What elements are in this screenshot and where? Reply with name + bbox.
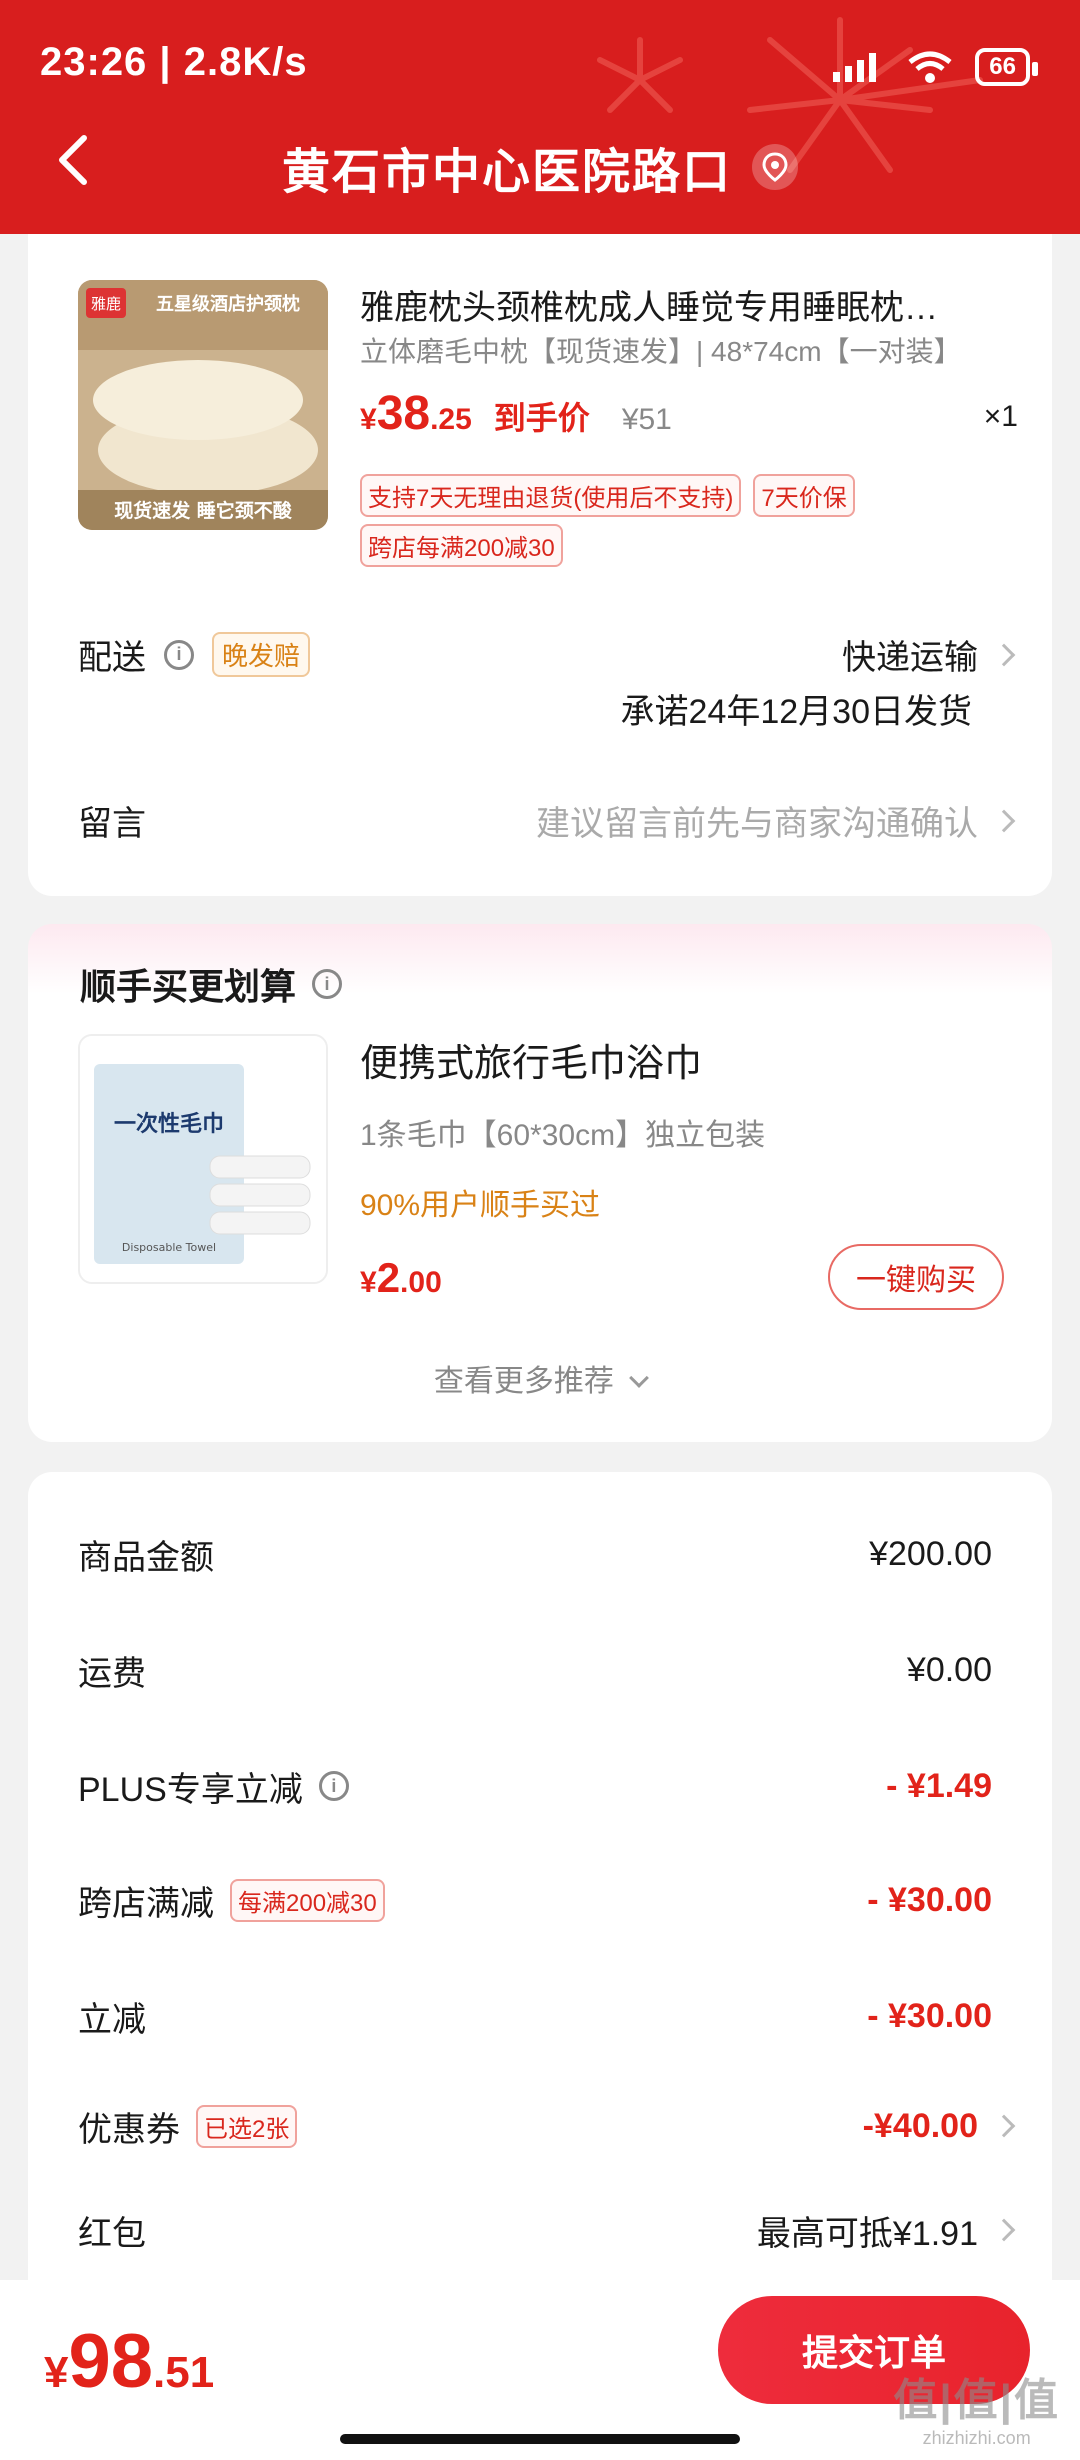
goods-amount-row: 商品金额 ¥200.00 [78,1524,992,1584]
service-tags: 支持7天无理由退货(使用后不支持) 7天价保 [360,474,855,517]
status-icons: 66 [831,48,1038,86]
shipping-row: 运费 ¥0.00 [78,1640,992,1700]
one-click-buy-button[interactable]: 一键购买 [828,1244,1004,1310]
page-title: 黄石市中心医院路口 [281,146,732,199]
addon-currency: ¥ [360,1266,377,1299]
watermark-logo: 值|值|值 [893,2376,1060,2425]
bottom-bar: ¥98.51 提交订单 值|值|值 zhizhizhi.com [0,2280,1080,2460]
svg-text:雅鹿: 雅鹿 [91,295,121,313]
info-icon[interactable]: i [164,639,194,670]
chevron-down-icon [629,1368,650,1388]
total-integer: 98 [68,2319,154,2404]
addon-popularity: 90%用户顺手买过 [360,1189,601,1222]
price-decimal: .25 [430,403,472,436]
goods-amount-value: ¥200.00 [869,1534,992,1573]
info-icon[interactable]: i [312,969,343,999]
title-wrap[interactable]: 黄石市中心医院路口 [0,132,1080,202]
plus-discount-value: - ¥1.49 [886,1766,992,1805]
watermark-url: zhizhizhi.com [922,2428,1031,2448]
wifi-icon [908,51,952,83]
see-more-text: 查看更多推荐 [433,1365,614,1398]
plus-discount-row: PLUS专享立减 i - ¥1.49 [78,1756,992,1816]
addon-price-decimal: .00 [400,1266,442,1299]
product-card: 雅鹿 五星级酒店护颈枕 现货速发 睡它颈不酸 雅鹿枕头颈椎枕成人睡觉专用睡眠枕…… [28,234,1052,896]
towel-image: 一次性毛巾 Disposable Towel [80,1036,326,1282]
chevron-right-icon [992,643,1016,666]
delivery-label: 配送 [78,639,146,677]
product-spec[interactable]: 立体磨毛中枕【现货速发】| 48*74cm【一对装】 [360,330,962,370]
total-decimal: .51 [153,2348,215,2397]
cross-store-promo-tag: 跨店每满200减30 [360,524,563,567]
message-label: 留言 [78,805,146,843]
cross-store-tag: 每满200减30 [230,1878,385,1922]
price-integer: 38 [376,387,431,440]
coupon-row[interactable]: 优惠券 已选2张 -¥40.00 [78,2096,1016,2156]
svg-text:五星级酒店护颈枕: 五星级酒店护颈枕 [156,293,300,315]
coupon-label: 优惠券 [78,2110,180,2149]
battery-icon: 66 [975,48,1038,86]
chevron-right-icon [992,2218,1016,2242]
product-name[interactable]: 雅鹿枕头颈椎枕成人睡觉专用睡眠枕… [360,280,1010,329]
delivery-row-label: 配送 i 晚发赔 [78,630,311,679]
red-packet-value: 最高可抵¥1.91 [756,2214,978,2253]
addon-name[interactable]: 便携式旅行毛巾浴巾 [360,1032,702,1087]
delivery-method-text: 快递运输 [842,639,978,677]
addon-spec: 1条毛巾【60*30cm】独立包装 [360,1119,766,1152]
message-input[interactable]: 建议留言前先与商家沟通确认 [536,796,1016,845]
header: 23:26 | 2.8K/s 66 黄石市中心医院路口 [0,0,1080,234]
price-protect-tag: 7天价保 [753,474,855,517]
pillow-image: 雅鹿 五星级酒店护颈枕 现货速发 睡它颈不酸 [78,280,328,530]
shipping-value: ¥0.00 [906,1650,992,1689]
late-delivery-tag: 晚发赔 [212,632,311,677]
addon-card: 顺手买更划算 i 一次性毛巾 Disposable Towel 便携式旅行毛巾浴… [28,924,1052,1442]
addon-price-integer: 2 [376,1254,401,1301]
instant-discount-value: - ¥30.00 [867,1996,992,2035]
return-policy-tag: 支持7天无理由退货(使用后不支持) [360,474,742,517]
cross-store-value: - ¥30.00 [867,1880,992,1919]
instant-discount-label: 立减 [78,2000,146,2039]
price-summary-card: 商品金额 ¥200.00 运费 ¥0.00 PLUS专享立减 i - ¥1.49 … [28,1472,1052,2292]
red-packet-label: 红包 [78,2214,146,2253]
signal-icon [833,53,877,82]
coupon-value: -¥40.00 [862,2106,978,2145]
delivery-method[interactable]: 快递运输 [842,630,1016,679]
original-price: ¥51 [621,403,672,436]
cross-store-label: 跨店满减 [78,1884,214,1923]
chevron-right-icon [992,809,1016,832]
coupon-selected-tag: 已选2张 [196,2104,298,2148]
instant-discount-row: 立减 - ¥30.00 [78,1986,992,2046]
info-icon[interactable]: i [318,1771,349,1801]
shipping-label: 运费 [78,1654,146,1693]
red-packet-row[interactable]: 红包 最高可抵¥1.91 [78,2200,1016,2260]
addon-thumbnail[interactable]: 一次性毛巾 Disposable Towel [78,1034,328,1284]
svg-text:一次性毛巾: 一次性毛巾 [114,1111,224,1137]
location-pin-icon[interactable] [752,144,798,190]
addon-title-text: 顺手买更划算 [80,966,297,1007]
product-price-row: ¥38.25 到手价 ¥51 [360,386,672,441]
plus-discount-label: PLUS专享立减 [78,1770,303,1809]
delivery-promise: 承诺24年12月30日发货 [620,693,972,731]
total-currency: ¥ [44,2348,69,2397]
addon-section-title: 顺手买更划算 i [80,958,343,1010]
see-more-recommend[interactable]: 查看更多推荐 [28,1356,1052,1400]
promo-tag-wrap: 跨店每满200减30 [360,524,563,567]
svg-text:现货速发 睡它颈不酸: 现货速发 睡它颈不酸 [114,499,293,522]
order-total: ¥98.51 [44,2318,214,2405]
chevron-right-icon [992,2114,1016,2138]
goods-amount-label: 商品金额 [78,1538,214,1577]
addon-price: ¥2.00 [360,1254,442,1302]
product-quantity: ×1 [983,400,1018,433]
price-label: 到手价 [493,400,590,436]
watermark: 值|值|值 zhizhizhi.com [893,2364,1060,2449]
cross-store-row: 跨店满减 每满200减30 - ¥30.00 [78,1870,992,1930]
svg-text:Disposable Towel: Disposable Towel [122,1241,216,1254]
product-thumbnail[interactable]: 雅鹿 五星级酒店护颈枕 现货速发 睡它颈不酸 [78,280,328,530]
home-indicator[interactable] [340,2434,740,2444]
price-currency: ¥ [360,403,377,436]
status-time-speed: 23:26 | 2.8K/s [40,40,308,84]
message-placeholder: 建议留言前先与商家沟通确认 [536,805,978,843]
